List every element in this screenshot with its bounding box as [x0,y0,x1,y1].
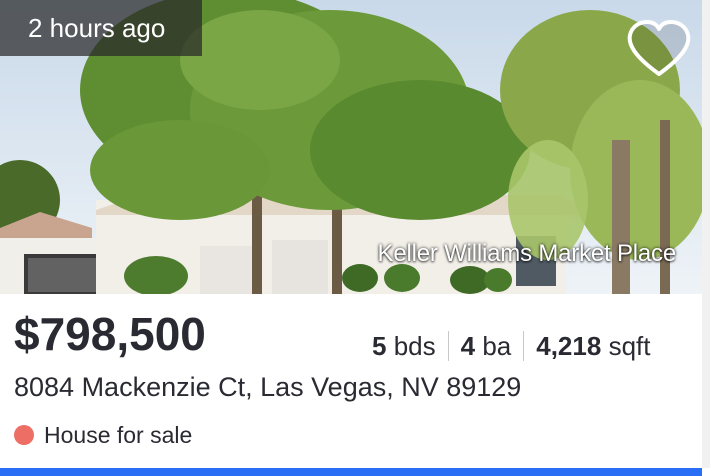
beds-unit: bds [393,330,436,361]
beds-stat: 5 bds [372,331,436,362]
listing-stats: 5 bds 4 ba 4,218 sqft [372,326,650,366]
beds-value: 5 [372,330,387,361]
stat-divider [523,331,525,361]
listing-status: House for sale [14,420,192,450]
status-dot-icon [14,425,34,445]
card-accent-bar [0,468,702,476]
brokerage-name: Keller Williams Market Place [377,240,677,267]
baths-value: 4 [460,330,476,361]
listing-card[interactable]: 2 hours ago Keller Williams Market Place… [0,0,710,476]
baths-unit: ba [482,330,512,361]
time-ago-badge: 2 hours ago [0,0,202,56]
stat-divider [447,331,449,361]
listing-photo[interactable]: 2 hours ago Keller Williams Market Place [0,0,702,294]
status-text: House for sale [44,421,193,448]
listing-address[interactable]: 8084 Mackenzie Ct, Las Vegas, NV 89129 [14,372,521,403]
heart-outline-icon[interactable] [624,18,694,80]
listing-price: $798,500 [14,308,206,360]
baths-stat: 4 ba [461,331,512,362]
sqft-value: 4,218 [536,330,602,361]
favorite-button[interactable] [624,18,694,80]
sqft-unit: sqft [608,330,651,361]
sqft-stat: 4,218 sqft [536,331,650,362]
